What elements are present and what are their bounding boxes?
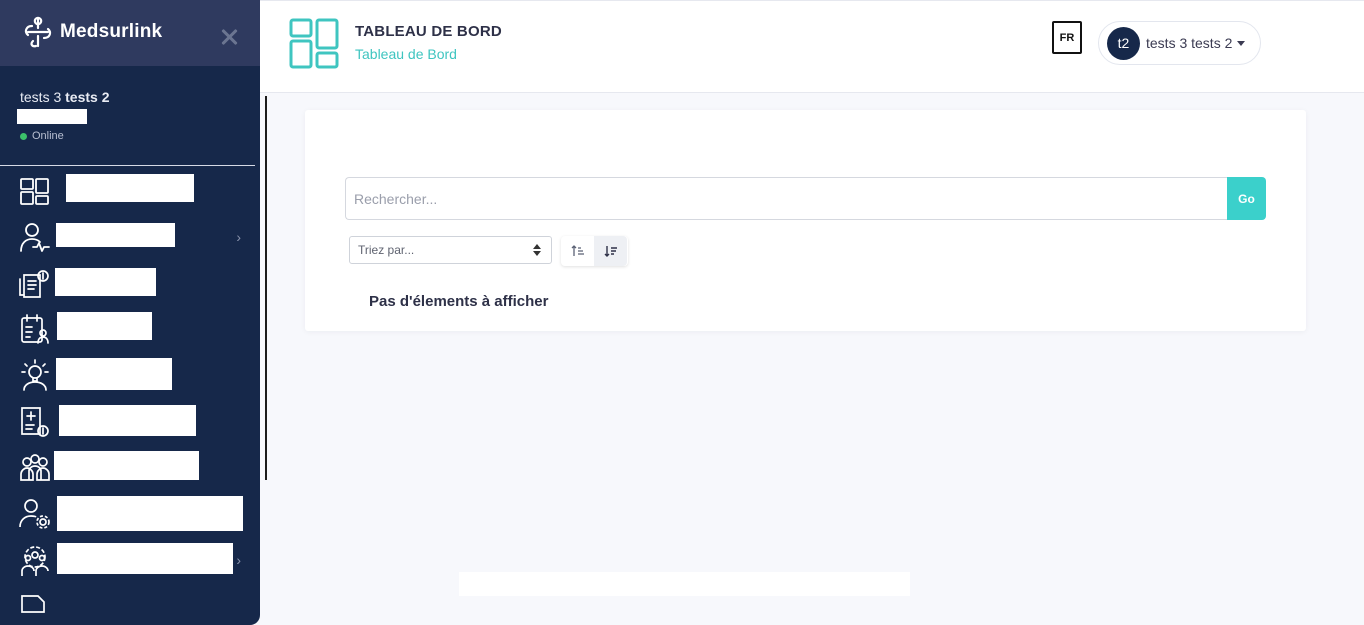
close-sidebar-icon[interactable] <box>220 28 238 46</box>
truck-icon <box>21 595 45 613</box>
sidebar-label-redacted <box>57 312 152 340</box>
sort-ascending-button[interactable] <box>561 236 594 266</box>
language-switcher[interactable]: FR <box>1052 21 1082 54</box>
medsurlink-logo-icon <box>24 16 52 48</box>
user-settings-icon <box>19 499 50 529</box>
scrollbar-divider <box>265 96 267 480</box>
sidebar-item-patients[interactable]: › <box>0 217 255 257</box>
sort-descending-icon <box>604 246 617 257</box>
sidebar-item-dashboard[interactable] <box>0 170 255 210</box>
sidebar-user-block: tests 3 tests 2 Online <box>0 66 255 166</box>
status-label: Online <box>32 130 64 142</box>
sidebar-label-redacted <box>54 451 199 480</box>
sidebar-item-user-settings[interactable] <box>0 493 255 533</box>
sort-by-select[interactable]: Triez par... <box>349 236 552 264</box>
chevron-right-icon: › <box>236 552 241 568</box>
sidebar-item-medical-billing[interactable] <box>0 400 255 440</box>
caret-down-icon <box>1237 40 1246 46</box>
sidebar-label-redacted <box>59 405 196 436</box>
dashboard-grid-icon <box>20 178 49 205</box>
patient-heartbeat-icon <box>20 223 50 252</box>
sidebar-label-redacted <box>57 543 233 574</box>
user-menu-button[interactable]: t2 tests 3 tests 2 <box>1098 21 1261 65</box>
appointment-calendar-icon <box>21 314 49 344</box>
dashboard-grid-icon <box>289 18 339 69</box>
sort-order-group <box>561 236 628 266</box>
sort-descending-button[interactable] <box>594 236 627 266</box>
sidebar: Medsurlink tests 3 tests 2 Online › › <box>0 0 260 625</box>
sidebar-label-redacted <box>55 268 156 296</box>
group-people-icon <box>20 454 50 481</box>
sidebar-item-ideas[interactable] <box>0 354 255 394</box>
brand-name: Medsurlink <box>60 21 163 42</box>
search-go-button[interactable]: Go <box>1227 177 1266 220</box>
avatar: t2 <box>1107 26 1140 60</box>
sort-select-value: Triez par... <box>358 243 415 257</box>
medical-billing-icon <box>21 407 49 437</box>
sidebar-item-groups[interactable] <box>0 446 255 486</box>
idea-person-icon <box>21 359 49 391</box>
chevron-right-icon: › <box>236 229 241 245</box>
sidebar-item-appointments[interactable] <box>0 308 255 348</box>
sidebar-item-invoices[interactable] <box>0 263 255 303</box>
user-first-name: tests 3 <box>20 89 62 105</box>
sidebar-user-name: tests 3 tests 2 <box>20 89 110 105</box>
sort-ascending-icon <box>571 245 584 256</box>
breadcrumb[interactable]: Tableau de Bord <box>355 46 457 62</box>
sidebar-label-redacted <box>56 223 175 247</box>
content-card: Go Triez par... Pas d'élements à affiche… <box>305 110 1306 331</box>
user-status: Online <box>20 130 64 142</box>
sidebar-header: Medsurlink <box>0 0 260 66</box>
sidebar-label-redacted <box>56 358 172 390</box>
sidebar-label-redacted <box>66 174 194 202</box>
invoice-icon <box>19 270 49 298</box>
user-menu-name: tests 3 tests 2 <box>1146 35 1233 51</box>
sidebar-label-redacted <box>57 496 243 531</box>
user-last-name: tests 2 <box>65 89 110 105</box>
brand-logo[interactable]: Medsurlink <box>20 15 162 49</box>
online-dot-icon <box>20 132 27 140</box>
footer-bar <box>459 572 910 596</box>
top-header: TABLEAU DE BORD Tableau de Bord FR t2 te… <box>260 0 1364 93</box>
search-input[interactable] <box>345 177 1228 220</box>
team-settings-icon <box>21 546 49 576</box>
user-role-redacted <box>17 109 87 124</box>
empty-state-message: Pas d'élements à afficher <box>369 293 549 310</box>
sidebar-item-team-settings[interactable]: › <box>0 540 255 580</box>
page-title: TABLEAU DE BORD <box>355 23 502 40</box>
select-arrows-icon <box>533 244 541 256</box>
sidebar-item-partial[interactable] <box>0 586 255 625</box>
